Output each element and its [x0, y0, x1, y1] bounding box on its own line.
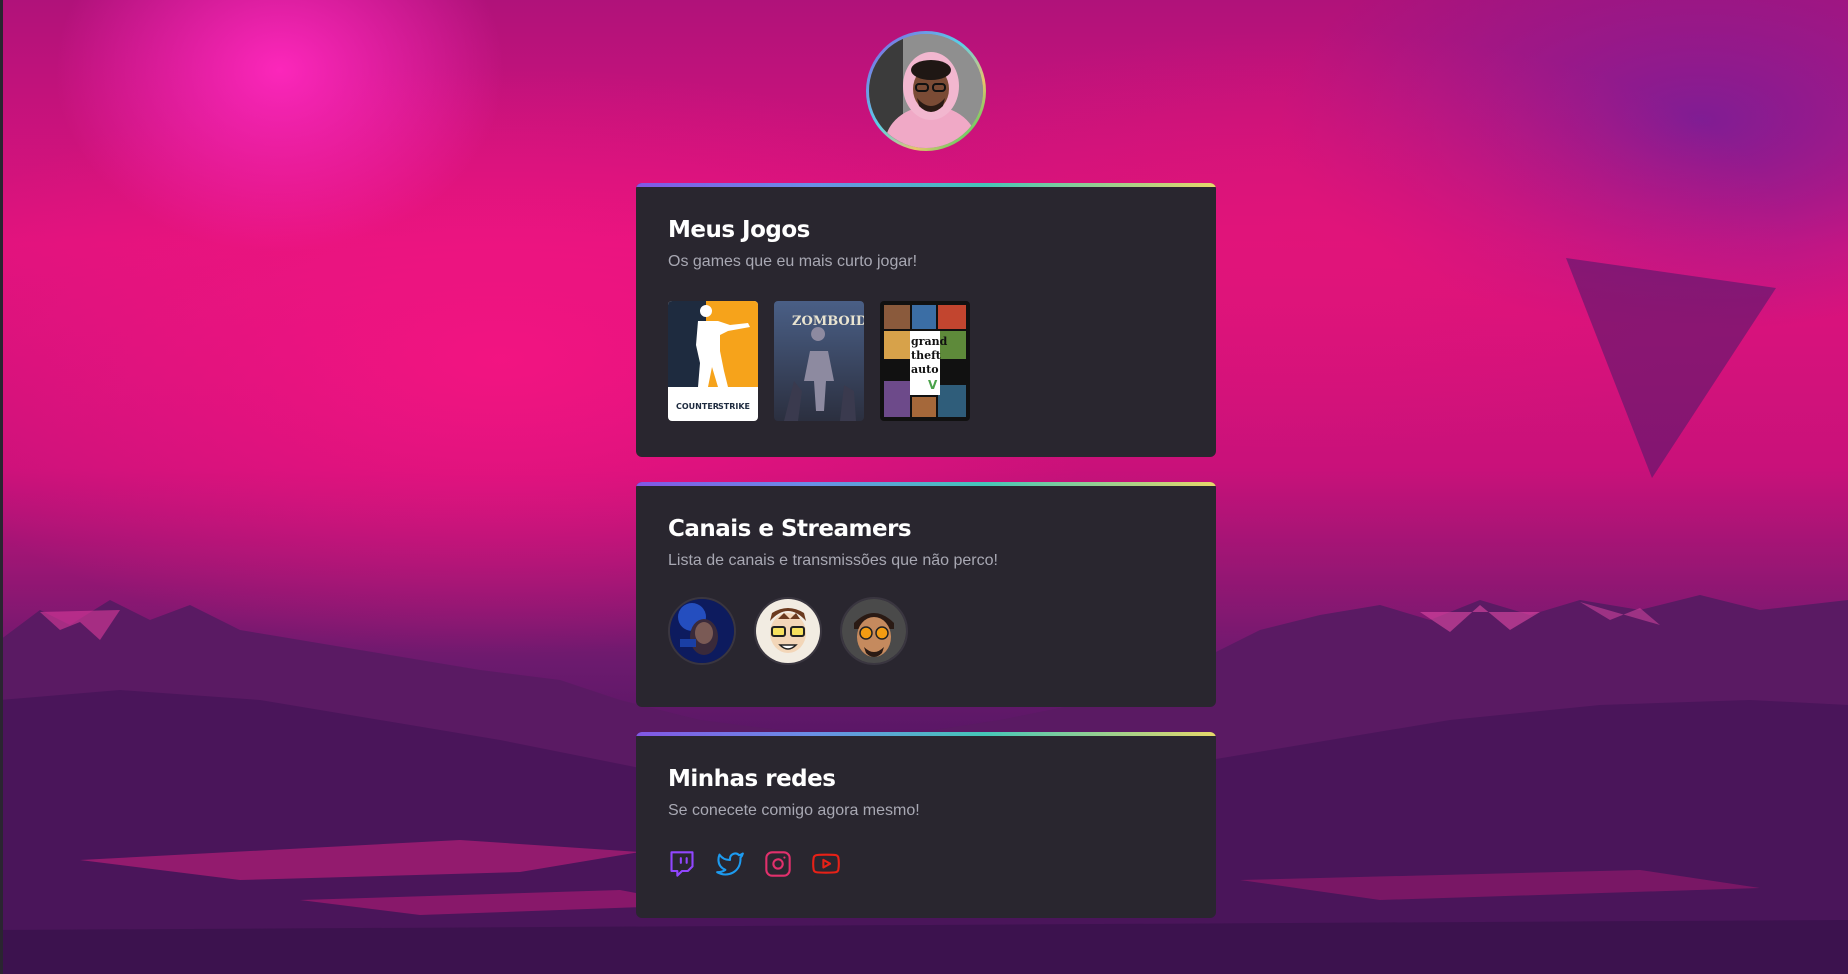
- svg-text:V: V: [928, 378, 938, 392]
- svg-text:ZOMBOID: ZOMBOID: [792, 314, 864, 329]
- streamers-subtitle: Lista de canais e transmissões que não p…: [668, 552, 998, 569]
- svg-text:auto: auto: [911, 363, 939, 376]
- social-links: [668, 850, 1184, 878]
- background-triangle: [1566, 258, 1776, 478]
- window-edge: [0, 0, 3, 974]
- svg-text:grand: grand: [911, 335, 948, 348]
- youtube-icon[interactable]: [812, 850, 840, 878]
- project-zomboid-cover-icon[interactable]: ZOMBOID: [774, 301, 864, 421]
- profile-avatar: [866, 31, 986, 151]
- streamers-list: [668, 597, 1184, 665]
- streamer-avatar-2-icon[interactable]: [754, 597, 822, 665]
- games-card: Meus Jogos Os games que eu mais curto jo…: [636, 183, 1216, 457]
- games-title: Meus Jogos: [668, 217, 810, 243]
- counter-strike-cover-icon[interactable]: COUNTER STRIKE: [668, 301, 758, 421]
- social-card: Minhas redes Se conecete comigo agora me…: [636, 732, 1216, 918]
- gta-v-cover-icon[interactable]: grand theft auto V: [880, 301, 970, 421]
- streamer-avatar-1-icon[interactable]: [668, 597, 736, 665]
- svg-text:theft: theft: [911, 349, 942, 362]
- social-subtitle: Se conecete comigo agora mesmo!: [668, 802, 920, 819]
- profile-photo-icon: [869, 34, 983, 148]
- streamer-avatar-3-icon[interactable]: [840, 597, 908, 665]
- streamers-title: Canais e Streamers: [668, 516, 912, 542]
- svg-text:STRIKE: STRIKE: [718, 402, 750, 411]
- instagram-icon[interactable]: [764, 850, 792, 878]
- social-title: Minhas redes: [668, 766, 836, 792]
- twitter-icon[interactable]: [716, 850, 744, 878]
- svg-text:COUNTER: COUNTER: [676, 402, 719, 411]
- games-list: COUNTER STRIKE ZOMBOID grand theft auto …: [668, 301, 1184, 421]
- twitch-icon[interactable]: [668, 850, 696, 878]
- streamers-card: Canais e Streamers Lista de canais e tra…: [636, 482, 1216, 707]
- games-subtitle: Os games que eu mais curto jogar!: [668, 253, 918, 270]
